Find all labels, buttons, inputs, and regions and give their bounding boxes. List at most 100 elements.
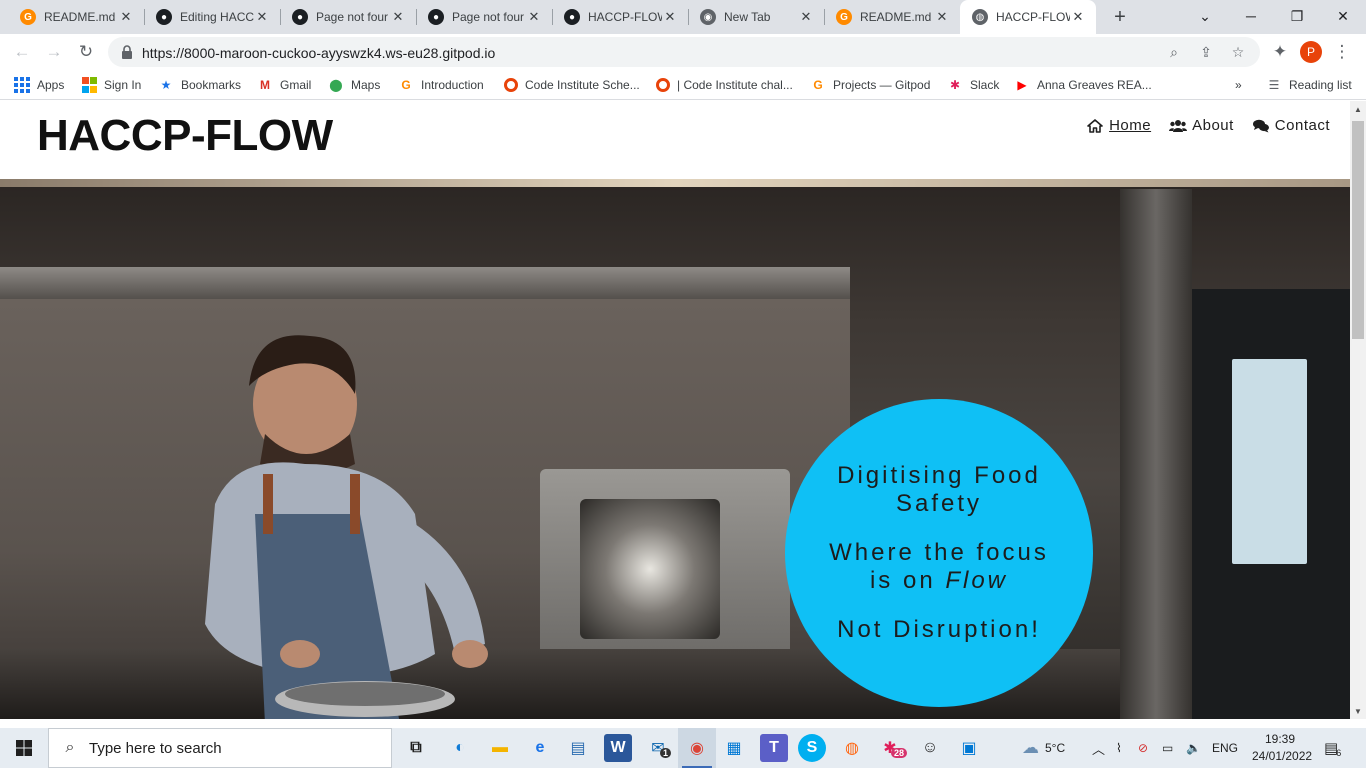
url-text[interactable]: https://8000-maroon-cuckoo-ayyswzk4.ws-e… xyxy=(142,45,495,61)
taskbar-clock[interactable]: 19:39 24/01/2022 xyxy=(1252,731,1312,765)
forward-button[interactable]: → xyxy=(42,40,66,64)
chrome-icon[interactable]: ◉ xyxy=(683,734,711,762)
firefox-icon[interactable]: ◍ xyxy=(838,734,866,762)
bookmark-maps[interactable]: ⬤ Maps xyxy=(328,76,380,94)
star-icon[interactable]: ☆ xyxy=(1230,44,1246,60)
gitpod-icon: G xyxy=(836,9,852,25)
wifi-icon[interactable]: ⌇ xyxy=(1116,728,1122,768)
file-explorer-icon[interactable]: ▬ xyxy=(486,734,514,762)
bookmark-youtube[interactable]: ▶ Anna Greaves REA... xyxy=(1014,76,1151,94)
page-scrollbar[interactable]: ▲ ▼ xyxy=(1350,101,1366,719)
reading-list-label: Reading list xyxy=(1289,78,1352,92)
browser-tab[interactable]: ● HACCP-FLOW ✕ xyxy=(552,0,688,34)
emoji-app-icon[interactable]: ☺ xyxy=(916,734,944,762)
close-icon[interactable]: ✕ xyxy=(798,9,814,25)
bookmark-label: Slack xyxy=(970,78,1000,92)
close-icon[interactable]: ✕ xyxy=(118,9,134,25)
browser-tab[interactable]: ◉ New Tab ✕ xyxy=(688,0,824,34)
menu-icon[interactable]: ⋮ xyxy=(1330,40,1354,64)
bookmark-sign-in[interactable]: Sign In xyxy=(81,76,141,94)
bookmark-code-institute-challenge[interactable]: | Code Institute chal... xyxy=(656,76,793,94)
slack-icon[interactable]: ✱ 28 xyxy=(876,734,908,762)
minimize-button[interactable]: ─ xyxy=(1228,0,1274,32)
photos-icon[interactable]: ▣ xyxy=(955,734,983,762)
maximize-button[interactable]: ❐ xyxy=(1274,0,1320,32)
bookmark-introduction[interactable]: G Introduction xyxy=(398,76,483,94)
close-icon[interactable]: ✕ xyxy=(390,9,406,25)
edge-icon[interactable]: ◐ xyxy=(446,734,474,762)
share-icon[interactable]: ⇪ xyxy=(1198,44,1214,60)
back-button[interactable]: ← xyxy=(10,40,34,64)
nav-label: About xyxy=(1192,117,1234,134)
zoom-icon[interactable]: ⌕ xyxy=(1166,44,1182,60)
more-bookmarks-button[interactable]: » xyxy=(1235,76,1242,94)
gitpod-icon: G xyxy=(20,9,36,25)
bookmark-label: Apps xyxy=(37,78,65,92)
lock-icon[interactable] xyxy=(121,45,133,59)
browser-tab[interactable]: ● Page not four ✕ xyxy=(280,0,416,34)
store-icon[interactable]: ▦ xyxy=(720,734,748,762)
notifications-icon[interactable]: ▤ 6 xyxy=(1324,728,1341,768)
bookmark-label: Sign In xyxy=(104,78,142,92)
close-icon[interactable]: ✕ xyxy=(526,9,542,25)
address-bar[interactable]: https://8000-maroon-cuckoo-ayyswzk4.ws-e… xyxy=(108,37,1260,67)
security-icon[interactable]: ⊘ xyxy=(1138,728,1148,768)
bookmark-apps[interactable]: Apps xyxy=(14,76,64,94)
taskbar-search-box[interactable]: ⌕ Type here to search xyxy=(48,728,392,768)
tab-title: Page not four xyxy=(452,10,525,24)
task-view-icon[interactable]: ⧉ xyxy=(402,734,430,762)
ceiling-light xyxy=(0,179,1350,187)
browser-tab-active[interactable]: ◍ HACCP-FLOW ✕ xyxy=(960,0,1096,34)
nav-about-link[interactable]: About xyxy=(1169,117,1234,134)
start-button[interactable] xyxy=(0,728,48,768)
bookmark-code-institute-schedule[interactable]: Code Institute Sche... xyxy=(504,76,640,94)
comments-icon xyxy=(1252,118,1270,134)
notification-count: 6 xyxy=(1336,748,1342,758)
browser-tab[interactable]: G README.md ✕ xyxy=(8,0,144,34)
profile-avatar[interactable]: P xyxy=(1300,41,1322,63)
control-panel-icon[interactable]: ▤ xyxy=(564,734,592,762)
reload-button[interactable]: ↻ xyxy=(74,40,98,64)
browser-tab[interactable]: ● Editing HACC ✕ xyxy=(144,0,280,34)
extensions-icon[interactable]: ✦ xyxy=(1268,40,1292,64)
browser-tab[interactable]: G README.md ✕ xyxy=(824,0,960,34)
site-title[interactable]: HACCP-FLOW xyxy=(37,111,333,161)
tab-title: Editing HACC xyxy=(180,10,254,24)
tab-title: Page not four xyxy=(316,10,389,24)
reading-list-button[interactable]: ☰ Reading list xyxy=(1266,76,1352,94)
bookmark-gmail[interactable]: M Gmail xyxy=(257,76,311,94)
close-icon[interactable]: ✕ xyxy=(662,9,678,25)
apps-grid-icon xyxy=(14,77,30,93)
extractor-hood xyxy=(0,267,850,299)
mail-icon[interactable]: ✉ 1 xyxy=(644,734,672,762)
tray-chevron-icon[interactable]: ︿ xyxy=(1092,728,1105,768)
scroll-up-arrow-icon[interactable]: ▲ xyxy=(1354,105,1362,114)
new-tab-button[interactable]: + xyxy=(1108,5,1132,29)
star-icon: ★ xyxy=(160,78,172,92)
youtube-icon: ▶ xyxy=(1017,78,1027,92)
scroll-down-arrow-icon[interactable]: ▼ xyxy=(1354,707,1362,716)
teams-icon[interactable]: T xyxy=(760,734,788,762)
close-icon[interactable]: ✕ xyxy=(1070,9,1086,25)
tab-search-icon[interactable]: ⌄ xyxy=(1182,0,1228,32)
internet-explorer-icon[interactable]: e xyxy=(526,734,554,762)
scrollbar-thumb[interactable] xyxy=(1352,121,1364,339)
bookmark-slack[interactable]: ✱ Slack xyxy=(947,76,999,94)
word-icon[interactable]: W xyxy=(604,734,632,762)
skype-icon[interactable]: S xyxy=(798,734,826,762)
close-icon[interactable]: ✕ xyxy=(934,9,950,25)
weather-widget[interactable]: ☁ 5°C xyxy=(1022,728,1065,768)
close-icon[interactable]: ✕ xyxy=(254,9,270,25)
bookmark-bookmarks[interactable]: ★ Bookmarks xyxy=(158,76,241,94)
slack-icon: ✱ xyxy=(949,78,961,92)
language-indicator[interactable]: ENG xyxy=(1212,728,1238,768)
browser-tab[interactable]: ● Page not four ✕ xyxy=(416,0,552,34)
hero-image: Digitising Food Safety Where the focus i… xyxy=(0,179,1350,719)
window-close-button[interactable]: ✕ xyxy=(1320,0,1366,32)
nav-contact-link[interactable]: Contact xyxy=(1252,117,1330,134)
nav-home-link[interactable]: Home xyxy=(1086,117,1151,134)
bookmark-projects-gitpod[interactable]: G Projects — Gitpod xyxy=(810,76,930,94)
volume-icon[interactable]: 🔈 xyxy=(1186,728,1201,768)
battery-icon[interactable]: ▭ xyxy=(1162,728,1173,768)
bookmark-label: Maps xyxy=(351,78,381,92)
